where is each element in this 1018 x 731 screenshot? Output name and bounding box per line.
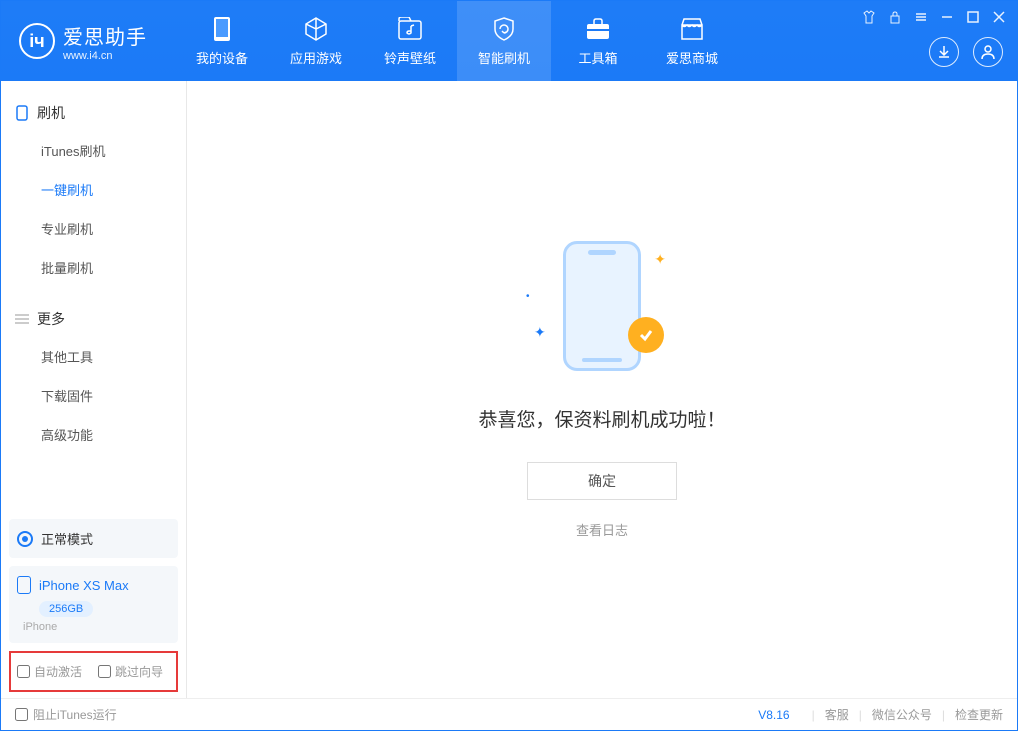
tab-apps-games[interactable]: 应用游戏 <box>269 1 363 81</box>
version-label: V8.16 <box>758 708 789 722</box>
checkbox-auto-activate[interactable]: 自动激活 <box>17 663 82 680</box>
phone-small-icon <box>15 106 29 120</box>
logo-area: iч 爱思助手 www.i4.cn <box>1 21 165 62</box>
device-capacity: 256GB <box>39 601 93 617</box>
tab-label: 爱思商城 <box>666 48 718 67</box>
tab-label: 我的设备 <box>196 48 248 67</box>
divider: | <box>942 708 945 722</box>
status-dot-icon <box>17 531 33 547</box>
sidebar-item-advanced[interactable]: 高级功能 <box>1 415 186 454</box>
footer-right: V8.16 | 客服 | 微信公众号 | 检查更新 <box>758 706 1003 723</box>
tab-label: 工具箱 <box>578 48 617 67</box>
logo-icon: iч <box>19 23 55 59</box>
sidebar-item-itunes-flash[interactable]: iTunes刷机 <box>1 131 186 170</box>
confirm-button[interactable]: 确定 <box>527 462 677 500</box>
checkbox-label: 跳过向导 <box>115 663 163 680</box>
sidebar-device-card[interactable]: iPhone XS Max 256GB iPhone <box>9 566 178 643</box>
briefcase-icon <box>585 16 611 42</box>
sidebar-section-flash: 刷机 <box>1 95 186 131</box>
titlebar: iч 爱思助手 www.i4.cn 我的设备 应用游戏 铃声壁纸 智能刷机 <box>1 1 1017 81</box>
sidebar-section-more: 更多 <box>1 301 186 337</box>
download-icon[interactable] <box>929 37 959 67</box>
tab-label: 智能刷机 <box>478 48 530 67</box>
close-icon[interactable] <box>991 9 1007 25</box>
sidebar-item-oneclick-flash[interactable]: 一键刷机 <box>1 170 186 209</box>
tab-label: 应用游戏 <box>290 48 342 67</box>
menu-icon[interactable] <box>913 9 929 25</box>
section-title: 更多 <box>37 309 65 329</box>
divider: | <box>812 708 815 722</box>
list-small-icon <box>15 312 29 326</box>
tab-smart-flash[interactable]: 智能刷机 <box>457 1 551 81</box>
music-folder-icon <box>397 16 423 42</box>
tab-my-device[interactable]: 我的设备 <box>175 1 269 81</box>
footer-wechat-link[interactable]: 微信公众号 <box>872 706 932 723</box>
sidebar-checkbox-row: 自动激活 跳过向导 <box>9 651 178 692</box>
app-window: iч 爱思助手 www.i4.cn 我的设备 应用游戏 铃声壁纸 智能刷机 <box>0 0 1018 731</box>
success-message: 恭喜您，保资料刷机成功啦！ <box>478 405 725 432</box>
shirt-icon[interactable] <box>861 9 877 25</box>
divider: | <box>859 708 862 722</box>
sidebar-item-download-firmware[interactable]: 下载固件 <box>1 376 186 415</box>
sidebar-status[interactable]: 正常模式 <box>9 519 178 558</box>
device-type: iPhone <box>23 621 170 633</box>
app-subtitle: www.i4.cn <box>63 50 147 62</box>
view-log-link[interactable]: 查看日志 <box>576 520 628 539</box>
section-title: 刷机 <box>37 103 65 123</box>
checkbox-label: 阻止iTunes运行 <box>33 706 117 723</box>
result-illustration: ✦ ✦ • <box>532 241 672 381</box>
footer-support-link[interactable]: 客服 <box>825 706 849 723</box>
window-controls <box>861 9 1007 25</box>
checkbox-skip-guide[interactable]: 跳过向导 <box>98 663 163 680</box>
store-icon <box>679 16 705 42</box>
checkbox-block-itunes[interactable]: 阻止iTunes运行 <box>15 706 117 723</box>
minimize-icon[interactable] <box>939 9 955 25</box>
sparkle-icon: ✦ <box>534 324 546 341</box>
main-content: ✦ ✦ • 恭喜您，保资料刷机成功啦！ 确定 查看日志 <box>187 81 1017 698</box>
app-title: 爱思助手 <box>63 21 147 50</box>
footer: 阻止iTunes运行 V8.16 | 客服 | 微信公众号 | 检查更新 <box>1 698 1017 730</box>
tab-toolbox[interactable]: 工具箱 <box>551 1 645 81</box>
lock-icon[interactable] <box>887 9 903 25</box>
phone-graphic <box>563 241 641 371</box>
sparkle-icon: • <box>526 291 530 302</box>
maximize-icon[interactable] <box>965 9 981 25</box>
sidebar: 刷机 iTunes刷机 一键刷机 专业刷机 批量刷机 更多 其他工具 下载固件 … <box>1 81 187 698</box>
cube-icon <box>303 16 329 42</box>
phone-outline-icon <box>17 576 31 594</box>
sidebar-item-other-tools[interactable]: 其他工具 <box>1 337 186 376</box>
user-icon[interactable] <box>973 37 1003 67</box>
check-badge-icon <box>628 317 664 353</box>
sparkle-icon: ✦ <box>654 251 666 268</box>
tab-label: 铃声壁纸 <box>384 48 436 67</box>
skip-guide-input[interactable] <box>98 665 111 678</box>
block-itunes-input[interactable] <box>15 708 28 721</box>
header-icons <box>929 37 1003 67</box>
status-label: 正常模式 <box>41 529 93 548</box>
checkbox-label: 自动激活 <box>34 663 82 680</box>
shield-refresh-icon <box>491 16 517 42</box>
device-icon <box>209 16 235 42</box>
device-name: iPhone XS Max <box>39 578 129 593</box>
footer-update-link[interactable]: 检查更新 <box>955 706 1003 723</box>
nav-tabs: 我的设备 应用游戏 铃声壁纸 智能刷机 工具箱 爱思商城 <box>175 1 739 81</box>
sidebar-item-pro-flash[interactable]: 专业刷机 <box>1 209 186 248</box>
body: 刷机 iTunes刷机 一键刷机 专业刷机 批量刷机 更多 其他工具 下载固件 … <box>1 81 1017 698</box>
logo-text: 爱思助手 www.i4.cn <box>63 21 147 62</box>
tab-store[interactable]: 爱思商城 <box>645 1 739 81</box>
sidebar-item-batch-flash[interactable]: 批量刷机 <box>1 248 186 287</box>
tab-ringtone-wallpaper[interactable]: 铃声壁纸 <box>363 1 457 81</box>
auto-activate-input[interactable] <box>17 665 30 678</box>
